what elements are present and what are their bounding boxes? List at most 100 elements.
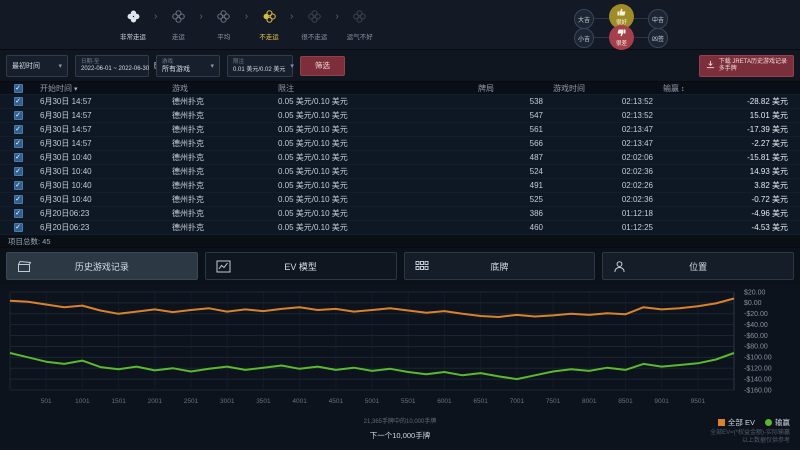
luck-step-5: 很不走运 [299, 10, 329, 41]
row-checkbox[interactable]: ✓ [14, 223, 23, 232]
stakes-select-value: 0.01 美元/0.02 美元 [233, 64, 285, 73]
row-checkbox[interactable]: ✓ [14, 125, 23, 134]
svg-text:6001: 6001 [437, 398, 452, 405]
luck-step-label: 平均 [217, 31, 230, 41]
row-checkbox[interactable]: ✓ [14, 167, 23, 176]
row-checkbox[interactable]: ✓ [14, 97, 23, 106]
svg-text:3001: 3001 [220, 398, 235, 405]
svg-text:4501: 4501 [329, 398, 344, 405]
row-checkbox-cell: ✓ [0, 139, 36, 148]
submit-filter-button[interactable]: 筛选 [300, 56, 345, 76]
cell-stakes: 0.05 美元/0.10 美元 [274, 180, 474, 191]
cell-winloss: -15.81 美元 [659, 152, 800, 163]
cell-duration: 02:13:52 [549, 111, 659, 120]
tab-label: 位置 [689, 260, 707, 273]
cell-winloss: -4.53 美元 [659, 222, 800, 233]
cell-winloss: -4.96 美元 [659, 208, 800, 219]
top-header: 非常走运›走运›平均›不走运›很不走运›运气不好 大吉中吉小吉凶签很好很差 [0, 0, 800, 50]
luck-step-label: 非常走运 [120, 31, 146, 41]
row-checkbox[interactable]: ✓ [14, 195, 23, 204]
table-row[interactable]: ✓6月20日06:23德州扑克0.05 美元/0.10 美元46001:12:2… [0, 221, 800, 235]
chevron-down-icon: ▾ [285, 62, 294, 70]
svg-text:$0.00: $0.00 [744, 300, 762, 307]
tab-person[interactable]: 位置 [602, 252, 794, 280]
download-icon [706, 60, 715, 73]
row-checkbox[interactable]: ✓ [14, 181, 23, 190]
tab-clapper[interactable]: 历史游戏记录 [6, 252, 198, 280]
svg-text:-$100.00: -$100.00 [744, 355, 772, 362]
footnote-line-1: 全部EV=(*权益金额)-实际输赢 [710, 429, 790, 437]
row-checkbox[interactable]: ✓ [14, 153, 23, 162]
luck-step-6: 运气不好 [345, 10, 375, 41]
cell-game: 德州扑克 [168, 166, 274, 177]
legend-square-marker [718, 419, 725, 426]
cell-hands: 491 [474, 181, 549, 190]
cell-stakes: 0.05 美元/0.10 美元 [274, 138, 474, 149]
game-select[interactable]: 游戏 所有游戏 ▾ [156, 55, 220, 77]
luck-step-label: 很不走运 [301, 31, 327, 41]
cell-game: 德州扑克 [168, 194, 274, 205]
next-hands-link[interactable]: 下一个10,000手牌 [370, 430, 430, 441]
row-checkbox[interactable]: ✓ [14, 139, 23, 148]
tab-chart[interactable]: EV 模型 [205, 252, 397, 280]
sort-select[interactable]: 最初时间 ▾ [6, 55, 68, 77]
cell-start-time: 6月30日 10:40 [36, 180, 168, 191]
download-history-button[interactable]: 下载 JRETA历史游戏记录多手牌 [699, 55, 794, 77]
pager-note: 21,365手牌中的10,000手牌 [364, 416, 437, 425]
table-row[interactable]: ✓6月30日 14:57德州扑克0.05 美元/0.10 美元56102:13:… [0, 123, 800, 137]
luck-arrow-separator: › [245, 10, 248, 23]
table-row[interactable]: ✓6月30日 14:57德州扑克0.05 美元/0.10 美元56602:13:… [0, 137, 800, 151]
cell-stakes: 0.05 美元/0.10 美元 [274, 166, 474, 177]
person-icon [613, 260, 626, 275]
column-header-stakes[interactable]: 限注 [274, 83, 474, 94]
row-checkbox-cell: ✓ [0, 223, 36, 232]
cell-stakes: 0.05 美元/0.10 美元 [274, 110, 474, 121]
fortune-badge-bl: 小吉 [574, 28, 594, 48]
cell-stakes: 0.05 美元/0.10 美元 [274, 124, 474, 135]
cell-stakes: 0.05 美元/0.10 美元 [274, 208, 474, 219]
legend-item: 全部 EV [718, 417, 755, 428]
select-all-checkbox[interactable]: ✓ [14, 84, 23, 93]
cell-hands: 547 [474, 111, 549, 120]
table-row[interactable]: ✓6月30日 14:57德州扑克0.05 美元/0.10 美元54702:13:… [0, 109, 800, 123]
row-checkbox-cell: ✓ [0, 167, 36, 176]
cell-hands: 538 [474, 97, 549, 106]
cell-stakes: 0.05 美元/0.10 美元 [274, 152, 474, 163]
column-header-start-time[interactable]: 开始时间▾ [36, 83, 168, 94]
column-header-game[interactable]: 游戏 [168, 83, 274, 94]
svg-text:$20.00: $20.00 [744, 289, 766, 296]
cell-game: 德州扑克 [168, 222, 274, 233]
row-checkbox[interactable]: ✓ [14, 209, 23, 218]
svg-text:-$120.00: -$120.00 [744, 366, 772, 373]
table-row[interactable]: ✓6月20日06:23德州扑克0.05 美元/0.10 美元38601:12:1… [0, 207, 800, 221]
column-header-duration[interactable]: 游戏时间 [549, 83, 659, 94]
table-row[interactable]: ✓6月30日 10:40德州扑克0.05 美元/0.10 美元52502:02:… [0, 193, 800, 207]
table-row[interactable]: ✓6月30日 10:40德州扑克0.05 美元/0.10 美元48702:02:… [0, 151, 800, 165]
download-button-label: 下载 JRETA历史游戏记录多手牌 [719, 59, 787, 74]
cell-game: 德州扑克 [168, 96, 274, 107]
table-row[interactable]: ✓6月30日 14:57德州扑克0.05 美元/0.10 美元53802:13:… [0, 95, 800, 109]
column-header-hands[interactable]: 牌局 [474, 83, 549, 94]
luck-step-1: 非常走运 [118, 10, 148, 41]
fortune-badge-label: 中吉 [652, 15, 664, 24]
date-range-field[interactable]: 日期-至 2022-06-01 ~ 2022-06-30 [75, 55, 149, 77]
tab-grid[interactable]: 底牌 [404, 252, 596, 280]
cell-winloss: -2.27 美元 [659, 138, 800, 149]
cell-winloss: -28.82 美元 [659, 96, 800, 107]
luck-arrow-separator: › [154, 10, 157, 23]
cell-hands: 524 [474, 167, 549, 176]
row-checkbox[interactable]: ✓ [14, 111, 23, 120]
column-header-winloss[interactable]: 输赢↕ [659, 83, 800, 94]
pager: 21,365手牌中的10,000手牌 下一个10,000手牌 [364, 416, 437, 443]
totals-bar: 项目总数: 45 [0, 235, 800, 248]
stakes-select[interactable]: 限注 0.01 美元/0.02 美元 ▾ [227, 55, 293, 77]
luck-step-3: 平均 [209, 10, 239, 41]
sort-select-value: 最初时间 [12, 61, 40, 71]
table-row[interactable]: ✓6月30日 10:40德州扑克0.05 美元/0.10 美元49102:02:… [0, 179, 800, 193]
cell-winloss: -0.72 美元 [659, 194, 800, 205]
table-row[interactable]: ✓6月30日 10:40德州扑克0.05 美元/0.10 美元52402:02:… [0, 165, 800, 179]
cell-start-time: 6月30日 14:57 [36, 124, 168, 135]
svg-text:-$160.00: -$160.00 [744, 387, 772, 394]
table-body: ✓6月30日 14:57德州扑克0.05 美元/0.10 美元53802:13:… [0, 95, 800, 235]
svg-text:4001: 4001 [292, 398, 307, 405]
